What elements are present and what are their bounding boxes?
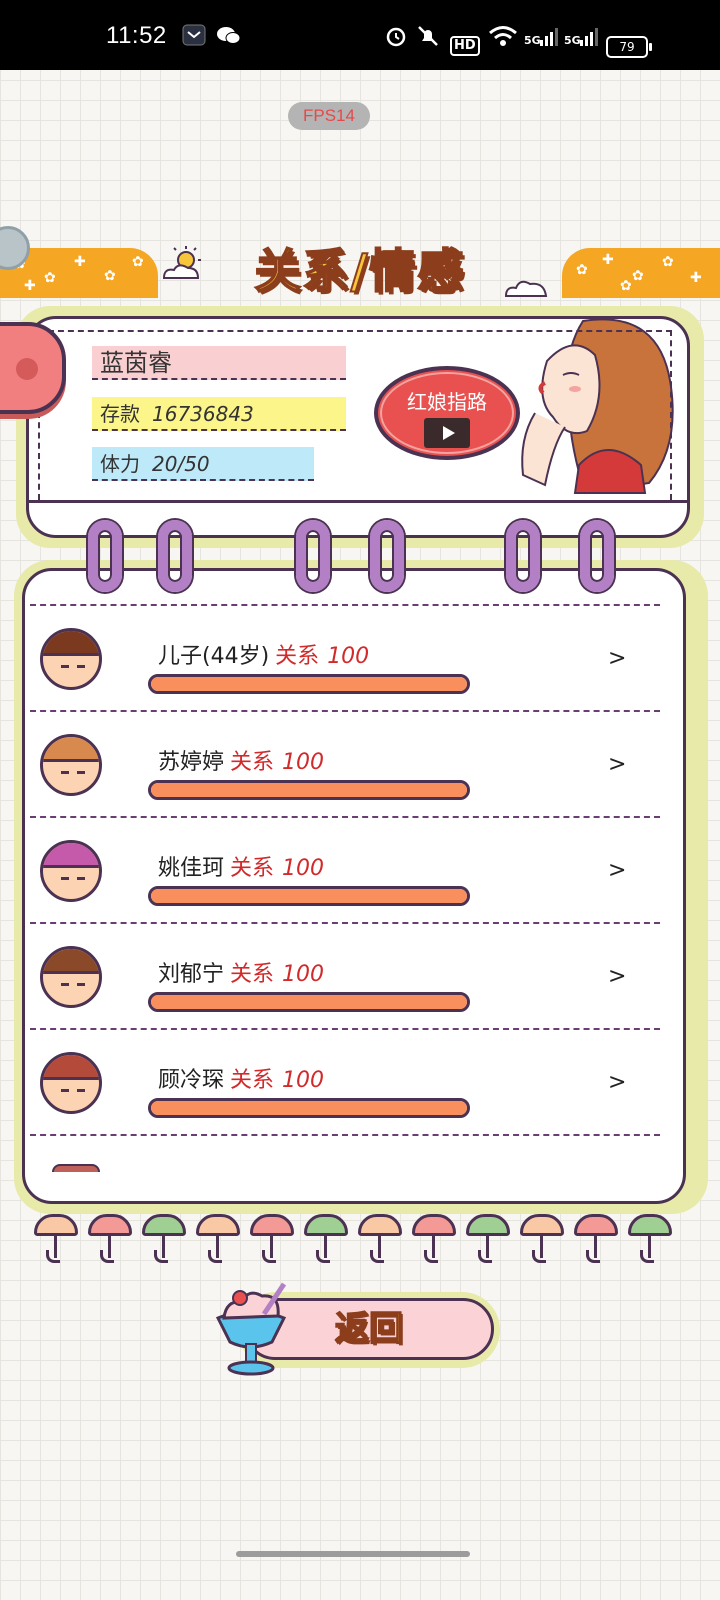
relation-label: 关系 xyxy=(230,856,275,881)
flower-band-right: ✿ ✚ ✿ ✿ ✚ ✿ xyxy=(562,248,720,298)
signal-bars-icon xyxy=(580,24,600,46)
umbrella-icon xyxy=(34,1214,78,1263)
relation-label: 关系 xyxy=(230,1068,275,1093)
player-name: 蓝茵睿 xyxy=(92,346,346,380)
signal-bars-icon xyxy=(540,24,560,46)
row-divider xyxy=(30,604,660,606)
relation-bar xyxy=(148,1098,470,1118)
binder-ring xyxy=(580,520,614,592)
matchmaker-button-label[interactable]: 红娘指路 xyxy=(380,386,514,415)
clock: 11:52 xyxy=(106,22,167,49)
stamina-row: 体力 20/50 xyxy=(92,447,314,481)
binder-ring xyxy=(158,520,192,592)
cloud-icon xyxy=(504,272,548,302)
avatar-hair xyxy=(43,949,99,974)
battery-indicator: 79 xyxy=(606,36,652,58)
umbrella-icon xyxy=(412,1214,456,1263)
umbrella-icon xyxy=(304,1214,348,1263)
relation-value: 100 xyxy=(282,1068,325,1093)
side-tab-button[interactable] xyxy=(0,322,66,414)
relation-value: 100 xyxy=(327,644,370,669)
avatar-hair xyxy=(43,631,99,656)
umbrella-icon xyxy=(250,1214,294,1263)
relation-name: 儿子(44岁) xyxy=(158,644,270,669)
umbrella-icon xyxy=(520,1214,564,1263)
chevron-right-icon[interactable]: > xyxy=(608,858,626,883)
relation-bar-fill xyxy=(151,783,467,797)
relation-name: 姚佳珂 xyxy=(158,856,225,881)
avatar-hair xyxy=(43,1055,99,1080)
umbrella-icon xyxy=(142,1214,186,1263)
page-title: 关系/情感 xyxy=(254,243,466,299)
relation-value: 100 xyxy=(282,962,325,987)
divider xyxy=(26,500,690,503)
stamina-label: 体力 xyxy=(100,452,140,476)
sun-cloud-icon xyxy=(160,244,208,288)
umbrella-icon xyxy=(88,1214,132,1263)
relation-bar xyxy=(148,992,470,1012)
chevron-right-icon[interactable]: > xyxy=(608,752,626,777)
relation-row[interactable]: 姚佳珂 关系 100 > xyxy=(30,820,670,926)
relation-value: 100 xyxy=(282,856,325,881)
relation-label: 关系 xyxy=(275,644,320,669)
signal-5g-icon: 5G xyxy=(524,34,541,47)
umbrella-icon xyxy=(358,1214,402,1263)
savings-label: 存款 xyxy=(100,402,140,426)
savings-row: 存款 16736843 xyxy=(92,397,346,431)
message-notification-icon xyxy=(182,24,206,46)
home-indicator[interactable] xyxy=(236,1551,470,1557)
relation-row[interactable]: 刘郁宁 关系 100 > xyxy=(30,926,670,1032)
relation-name: 苏婷婷 xyxy=(158,750,225,775)
relation-bar xyxy=(148,674,470,694)
relation-bar-fill xyxy=(151,677,467,691)
status-bar: 11:52 HD 5G 5G 79 xyxy=(0,0,720,70)
umbrella-icon xyxy=(628,1214,672,1263)
binder-ring xyxy=(370,520,404,592)
relation-bar xyxy=(148,886,470,906)
signal-5g-icon: 5G xyxy=(564,34,581,47)
relation-name: 刘郁宁 xyxy=(158,962,225,987)
mute-icon xyxy=(416,24,440,46)
stamina-value: 20/50 xyxy=(152,452,210,476)
relation-bar-fill xyxy=(151,889,467,903)
relation-row[interactable]: 苏婷婷 关系 100 > xyxy=(30,714,670,820)
avatar xyxy=(40,946,102,1008)
relation-label: 关系 xyxy=(230,750,275,775)
chevron-right-icon[interactable]: > xyxy=(608,964,626,989)
avatar xyxy=(40,1052,102,1114)
chevron-right-icon[interactable]: > xyxy=(608,1070,626,1095)
avatar xyxy=(52,1164,100,1172)
wechat-icon xyxy=(216,24,242,46)
avatar xyxy=(40,734,102,796)
relation-bar-fill xyxy=(151,995,467,1009)
umbrella-icon xyxy=(196,1214,240,1263)
chevron-right-icon[interactable]: > xyxy=(608,646,626,671)
relation-bar xyxy=(148,780,470,800)
alarm-icon xyxy=(384,24,408,47)
video-play-icon[interactable] xyxy=(424,418,470,448)
avatar-hair xyxy=(43,843,99,868)
hd-voice-icon: HD xyxy=(450,36,480,56)
relation-label: 关系 xyxy=(230,962,275,987)
umbrella-icon xyxy=(466,1214,510,1263)
wifi-icon xyxy=(488,24,518,46)
relation-row[interactable]: 顾冷琛 关系 100 > xyxy=(30,1032,670,1138)
binder-ring xyxy=(88,520,122,592)
relation-bar-fill xyxy=(151,1101,467,1115)
sundae-icon xyxy=(215,1282,287,1376)
binder-ring xyxy=(296,520,330,592)
avatar xyxy=(40,840,102,902)
relation-row[interactable]: 儿子(44岁) 关系 100 > xyxy=(30,608,670,714)
avatar-hair xyxy=(43,737,99,762)
avatar xyxy=(40,628,102,690)
umbrella-icon xyxy=(574,1214,618,1263)
binder-ring xyxy=(506,520,540,592)
relation-name: 顾冷琛 xyxy=(158,1068,225,1093)
savings-value: 16736843 xyxy=(152,402,254,426)
relation-value: 100 xyxy=(282,750,325,775)
fps-badge: FPS14 xyxy=(288,102,370,130)
